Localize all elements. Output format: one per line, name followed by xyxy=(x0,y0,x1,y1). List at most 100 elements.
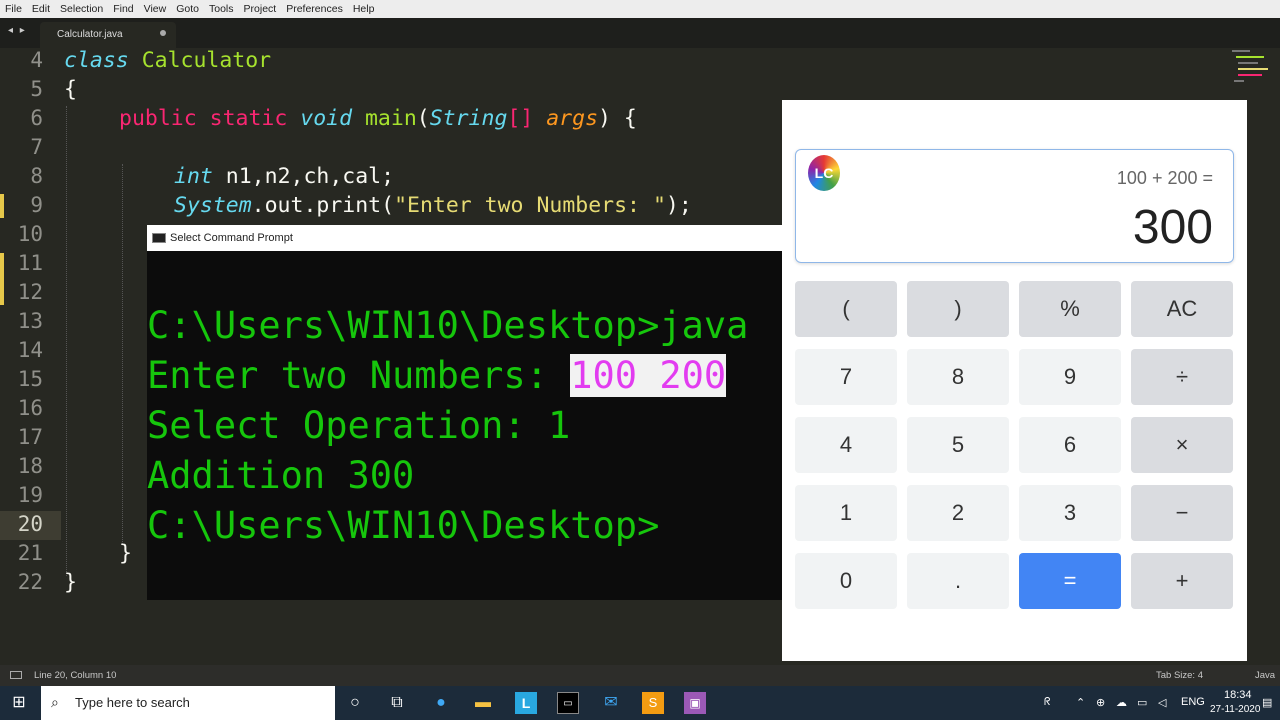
line-number-gutter: 4 5 6 7 8 9 10 11 12 13 14 15 16 17 18 1… xyxy=(0,48,55,665)
command-prompt-titlebar[interactable]: Select Command Prompt xyxy=(147,225,783,251)
menu-help[interactable]: Help xyxy=(353,3,375,15)
menu-file[interactable]: File xyxy=(5,3,22,15)
key-close-paren[interactable]: ) xyxy=(907,281,1009,337)
people-icon[interactable]: ᖇ xyxy=(1044,696,1051,709)
tab-calculator-java[interactable]: Calculator.java xyxy=(40,22,176,48)
key-6[interactable]: 6 xyxy=(1019,417,1121,473)
line-number: 11 xyxy=(17,251,43,275)
key-equals[interactable]: = xyxy=(1019,553,1121,609)
cortana-icon[interactable]: ○ xyxy=(344,692,366,714)
clock-date[interactable]: 27-11-2020 xyxy=(1210,704,1260,715)
mail-icon[interactable]: ✉ xyxy=(600,692,622,714)
screen-recorder-icon[interactable]: ▣ xyxy=(684,692,706,714)
minimap-line xyxy=(1238,68,1268,70)
menu-bar: File Edit Selection Find View Goto Tools… xyxy=(0,0,1280,18)
menu-goto[interactable]: Goto xyxy=(176,3,199,15)
menu-project[interactable]: Project xyxy=(244,3,277,15)
line-number: 8 xyxy=(30,164,43,188)
selected-input-text: 100 200 xyxy=(570,354,727,397)
key-5[interactable]: 5 xyxy=(907,417,1009,473)
key-9[interactable]: 9 xyxy=(1019,349,1121,405)
desktop-screen: File Edit Selection Find View Goto Tools… xyxy=(0,0,1280,720)
edge-icon[interactable]: ● xyxy=(430,692,452,714)
line-number: 10 xyxy=(17,222,43,246)
sublime-text-icon[interactable]: S xyxy=(642,692,664,714)
cursor-position: Line 20, Column 10 xyxy=(34,670,117,681)
status-bar: Line 20, Column 10 Tab Size: 4 Java xyxy=(0,665,1280,686)
terminal-line: Addition 300 xyxy=(147,454,415,497)
key-2[interactable]: 2 xyxy=(907,485,1009,541)
chevron-up-icon[interactable]: ⌃ xyxy=(1076,696,1085,709)
task-view-icon[interactable]: ⧉ xyxy=(386,692,408,714)
tab-bar: ◂ ▸ Calculator.java xyxy=(0,18,1280,48)
line-number: 14 xyxy=(17,338,43,362)
key-percent[interactable]: % xyxy=(1019,281,1121,337)
menu-edit[interactable]: Edit xyxy=(32,3,50,15)
key-decimal[interactable]: . xyxy=(907,553,1009,609)
command-prompt-taskbar-icon[interactable]: ▭ xyxy=(557,692,579,714)
code-line-9: System.out.print("Enter two Numbers: "); xyxy=(174,193,692,218)
code-line-22: } xyxy=(64,570,77,595)
key-multiply[interactable]: × xyxy=(1131,417,1233,473)
line-number: 16 xyxy=(17,396,43,420)
tab-nav-arrows-icon[interactable]: ◂ ▸ xyxy=(8,25,27,36)
terminal-line: C:\Users\WIN10\Desktop>java xyxy=(147,304,749,347)
key-7[interactable]: 7 xyxy=(795,349,897,405)
line-number-current: 20 xyxy=(17,512,43,536)
key-open-paren[interactable]: ( xyxy=(795,281,897,337)
menu-find[interactable]: Find xyxy=(113,3,133,15)
file-explorer-icon[interactable]: ▬ xyxy=(472,692,494,714)
line-number: 4 xyxy=(30,48,43,72)
lc-app-icon[interactable]: L xyxy=(515,692,537,714)
code-line-21: } xyxy=(119,541,132,566)
taskbar: ⊞ ⌕ Type here to search ○ ⧉ ● ▬ L ▭ ✉ S … xyxy=(0,686,1280,720)
search-icon: ⌕ xyxy=(51,694,59,710)
clock-time[interactable]: 18:34 xyxy=(1224,689,1252,701)
notifications-icon[interactable]: ▤ xyxy=(1262,696,1272,709)
minimap[interactable] xyxy=(1232,48,1270,84)
lc-logo-icon: LC xyxy=(808,155,840,191)
panel-toggle-icon[interactable] xyxy=(10,671,22,679)
taskbar-search[interactable]: ⌕ Type here to search xyxy=(41,686,335,720)
menu-selection[interactable]: Selection xyxy=(60,3,103,15)
line-number: 22 xyxy=(17,570,43,594)
line-number: 7 xyxy=(30,135,43,159)
command-prompt-window[interactable]: Select Command Prompt C:\Users\WIN10\Des… xyxy=(147,225,783,600)
syntax-indicator[interactable]: Java xyxy=(1255,670,1275,681)
calculator-display: LC 100 + 200 = 300 xyxy=(795,149,1234,263)
weather-cloud-icon[interactable]: ☁ xyxy=(1116,696,1127,709)
battery-icon[interactable]: ▭ xyxy=(1137,696,1147,709)
key-1[interactable]: 1 xyxy=(795,485,897,541)
menu-preferences[interactable]: Preferences xyxy=(286,3,343,15)
key-clear[interactable]: AC xyxy=(1131,281,1233,337)
code-line-5: { xyxy=(64,77,77,102)
menu-tools[interactable]: Tools xyxy=(209,3,234,15)
line-number: 13 xyxy=(17,309,43,333)
key-divide[interactable]: ÷ xyxy=(1131,349,1233,405)
line-number: 12 xyxy=(17,280,43,304)
key-8[interactable]: 8 xyxy=(907,349,1009,405)
key-3[interactable]: 3 xyxy=(1019,485,1121,541)
expression-text: 100 + 200 = xyxy=(1116,168,1213,188)
window-title: Select Command Prompt xyxy=(170,232,293,244)
key-0[interactable]: 0 xyxy=(795,553,897,609)
line-number: 6 xyxy=(30,106,43,130)
line-number: 21 xyxy=(17,541,43,565)
line-number: 19 xyxy=(17,483,43,507)
minimap-line xyxy=(1238,74,1262,76)
code-line-4: class Calculator xyxy=(64,48,272,73)
unsaved-dot-icon[interactable] xyxy=(160,30,166,36)
key-minus[interactable]: − xyxy=(1131,485,1233,541)
result-value: 300 xyxy=(1132,201,1213,254)
volume-icon[interactable]: ◁ xyxy=(1158,696,1166,709)
tab-size-indicator[interactable]: Tab Size: 4 xyxy=(1156,670,1203,681)
key-4[interactable]: 4 xyxy=(795,417,897,473)
terminal-prompt: C:\Users\WIN10\Desktop> xyxy=(147,504,660,547)
line-number: 17 xyxy=(17,425,43,449)
network-globe-icon[interactable]: ⊕ xyxy=(1096,696,1105,709)
minimap-line xyxy=(1232,50,1250,52)
windows-start-icon[interactable]: ⊞ xyxy=(8,692,30,714)
menu-view[interactable]: View xyxy=(144,3,167,15)
language-indicator[interactable]: ENG xyxy=(1181,696,1205,708)
key-plus[interactable]: + xyxy=(1131,553,1233,609)
